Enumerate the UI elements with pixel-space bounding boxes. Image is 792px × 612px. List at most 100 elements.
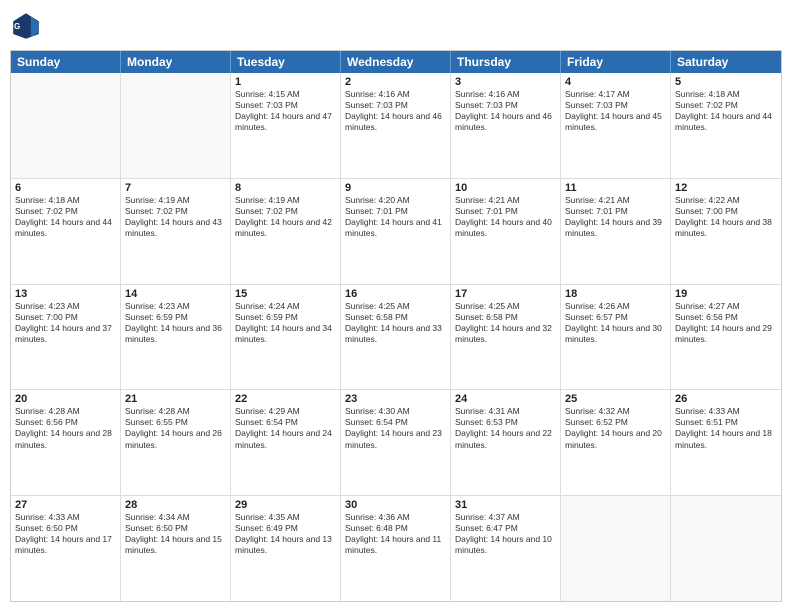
calendar: SundayMondayTuesdayWednesdayThursdayFrid… [10,50,782,602]
header-day-thursday: Thursday [451,51,561,73]
day-cell-16: 16Sunrise: 4:25 AM Sunset: 6:58 PM Dayli… [341,285,451,390]
day-number: 2 [345,76,446,88]
logo: G [10,10,46,42]
header-day-friday: Friday [561,51,671,73]
calendar-header-row: SundayMondayTuesdayWednesdayThursdayFrid… [11,51,781,73]
day-number: 19 [675,288,777,300]
day-cell-3: 3Sunrise: 4:16 AM Sunset: 7:03 PM Daylig… [451,73,561,178]
day-cell-20: 20Sunrise: 4:28 AM Sunset: 6:56 PM Dayli… [11,390,121,495]
day-number: 11 [565,182,666,194]
day-info: Sunrise: 4:32 AM Sunset: 6:52 PM Dayligh… [565,406,666,450]
day-cell-25: 25Sunrise: 4:32 AM Sunset: 6:52 PM Dayli… [561,390,671,495]
day-number: 1 [235,76,336,88]
header-day-sunday: Sunday [11,51,121,73]
day-info: Sunrise: 4:23 AM Sunset: 7:00 PM Dayligh… [15,301,116,345]
day-cell-27: 27Sunrise: 4:33 AM Sunset: 6:50 PM Dayli… [11,496,121,601]
day-number: 3 [455,76,556,88]
calendar-row-3: 20Sunrise: 4:28 AM Sunset: 6:56 PM Dayli… [11,390,781,496]
day-number: 28 [125,499,226,511]
day-info: Sunrise: 4:16 AM Sunset: 7:03 PM Dayligh… [455,89,556,133]
day-info: Sunrise: 4:15 AM Sunset: 7:03 PM Dayligh… [235,89,336,133]
header-day-monday: Monday [121,51,231,73]
day-number: 10 [455,182,556,194]
day-info: Sunrise: 4:28 AM Sunset: 6:55 PM Dayligh… [125,406,226,450]
day-info: Sunrise: 4:28 AM Sunset: 6:56 PM Dayligh… [15,406,116,450]
day-info: Sunrise: 4:33 AM Sunset: 6:50 PM Dayligh… [15,512,116,556]
day-number: 24 [455,393,556,405]
day-number: 29 [235,499,336,511]
day-info: Sunrise: 4:31 AM Sunset: 6:53 PM Dayligh… [455,406,556,450]
day-info: Sunrise: 4:37 AM Sunset: 6:47 PM Dayligh… [455,512,556,556]
day-cell-10: 10Sunrise: 4:21 AM Sunset: 7:01 PM Dayli… [451,179,561,284]
day-info: Sunrise: 4:33 AM Sunset: 6:51 PM Dayligh… [675,406,777,450]
day-cell-13: 13Sunrise: 4:23 AM Sunset: 7:00 PM Dayli… [11,285,121,390]
day-number: 23 [345,393,446,405]
day-info: Sunrise: 4:23 AM Sunset: 6:59 PM Dayligh… [125,301,226,345]
day-number: 30 [345,499,446,511]
day-cell-24: 24Sunrise: 4:31 AM Sunset: 6:53 PM Dayli… [451,390,561,495]
day-info: Sunrise: 4:20 AM Sunset: 7:01 PM Dayligh… [345,195,446,239]
empty-cell-4-6 [671,496,781,601]
day-info: Sunrise: 4:29 AM Sunset: 6:54 PM Dayligh… [235,406,336,450]
day-number: 25 [565,393,666,405]
day-number: 5 [675,76,777,88]
day-cell-12: 12Sunrise: 4:22 AM Sunset: 7:00 PM Dayli… [671,179,781,284]
day-cell-8: 8Sunrise: 4:19 AM Sunset: 7:02 PM Daylig… [231,179,341,284]
day-number: 6 [15,182,116,194]
day-cell-2: 2Sunrise: 4:16 AM Sunset: 7:03 PM Daylig… [341,73,451,178]
day-cell-21: 21Sunrise: 4:28 AM Sunset: 6:55 PM Dayli… [121,390,231,495]
day-cell-1: 1Sunrise: 4:15 AM Sunset: 7:03 PM Daylig… [231,73,341,178]
day-cell-14: 14Sunrise: 4:23 AM Sunset: 6:59 PM Dayli… [121,285,231,390]
day-number: 22 [235,393,336,405]
day-info: Sunrise: 4:36 AM Sunset: 6:48 PM Dayligh… [345,512,446,556]
day-cell-23: 23Sunrise: 4:30 AM Sunset: 6:54 PM Dayli… [341,390,451,495]
day-info: Sunrise: 4:19 AM Sunset: 7:02 PM Dayligh… [235,195,336,239]
day-cell-29: 29Sunrise: 4:35 AM Sunset: 6:49 PM Dayli… [231,496,341,601]
day-cell-18: 18Sunrise: 4:26 AM Sunset: 6:57 PM Dayli… [561,285,671,390]
day-cell-6: 6Sunrise: 4:18 AM Sunset: 7:02 PM Daylig… [11,179,121,284]
day-cell-30: 30Sunrise: 4:36 AM Sunset: 6:48 PM Dayli… [341,496,451,601]
day-number: 7 [125,182,226,194]
day-info: Sunrise: 4:18 AM Sunset: 7:02 PM Dayligh… [15,195,116,239]
day-cell-17: 17Sunrise: 4:25 AM Sunset: 6:58 PM Dayli… [451,285,561,390]
day-cell-31: 31Sunrise: 4:37 AM Sunset: 6:47 PM Dayli… [451,496,561,601]
header: G [10,10,782,42]
day-cell-15: 15Sunrise: 4:24 AM Sunset: 6:59 PM Dayli… [231,285,341,390]
empty-cell-0-1 [121,73,231,178]
empty-cell-4-5 [561,496,671,601]
day-number: 26 [675,393,777,405]
calendar-row-2: 13Sunrise: 4:23 AM Sunset: 7:00 PM Dayli… [11,285,781,391]
day-info: Sunrise: 4:21 AM Sunset: 7:01 PM Dayligh… [455,195,556,239]
day-cell-7: 7Sunrise: 4:19 AM Sunset: 7:02 PM Daylig… [121,179,231,284]
day-info: Sunrise: 4:26 AM Sunset: 6:57 PM Dayligh… [565,301,666,345]
day-number: 21 [125,393,226,405]
day-number: 27 [15,499,116,511]
header-day-saturday: Saturday [671,51,781,73]
day-cell-4: 4Sunrise: 4:17 AM Sunset: 7:03 PM Daylig… [561,73,671,178]
day-number: 12 [675,182,777,194]
day-info: Sunrise: 4:16 AM Sunset: 7:03 PM Dayligh… [345,89,446,133]
day-info: Sunrise: 4:24 AM Sunset: 6:59 PM Dayligh… [235,301,336,345]
day-cell-26: 26Sunrise: 4:33 AM Sunset: 6:51 PM Dayli… [671,390,781,495]
day-info: Sunrise: 4:30 AM Sunset: 6:54 PM Dayligh… [345,406,446,450]
day-info: Sunrise: 4:34 AM Sunset: 6:50 PM Dayligh… [125,512,226,556]
day-number: 8 [235,182,336,194]
calendar-row-1: 6Sunrise: 4:18 AM Sunset: 7:02 PM Daylig… [11,179,781,285]
day-number: 31 [455,499,556,511]
header-day-tuesday: Tuesday [231,51,341,73]
svg-text:G: G [14,22,20,31]
day-cell-19: 19Sunrise: 4:27 AM Sunset: 6:56 PM Dayli… [671,285,781,390]
day-cell-5: 5Sunrise: 4:18 AM Sunset: 7:02 PM Daylig… [671,73,781,178]
day-number: 20 [15,393,116,405]
day-number: 9 [345,182,446,194]
day-number: 17 [455,288,556,300]
day-number: 4 [565,76,666,88]
day-info: Sunrise: 4:27 AM Sunset: 6:56 PM Dayligh… [675,301,777,345]
calendar-row-4: 27Sunrise: 4:33 AM Sunset: 6:50 PM Dayli… [11,496,781,601]
day-number: 18 [565,288,666,300]
page: G SundayMondayTuesdayWednesdayThursdayFr… [0,0,792,612]
day-number: 16 [345,288,446,300]
day-cell-9: 9Sunrise: 4:20 AM Sunset: 7:01 PM Daylig… [341,179,451,284]
day-info: Sunrise: 4:21 AM Sunset: 7:01 PM Dayligh… [565,195,666,239]
calendar-body: 1Sunrise: 4:15 AM Sunset: 7:03 PM Daylig… [11,73,781,601]
